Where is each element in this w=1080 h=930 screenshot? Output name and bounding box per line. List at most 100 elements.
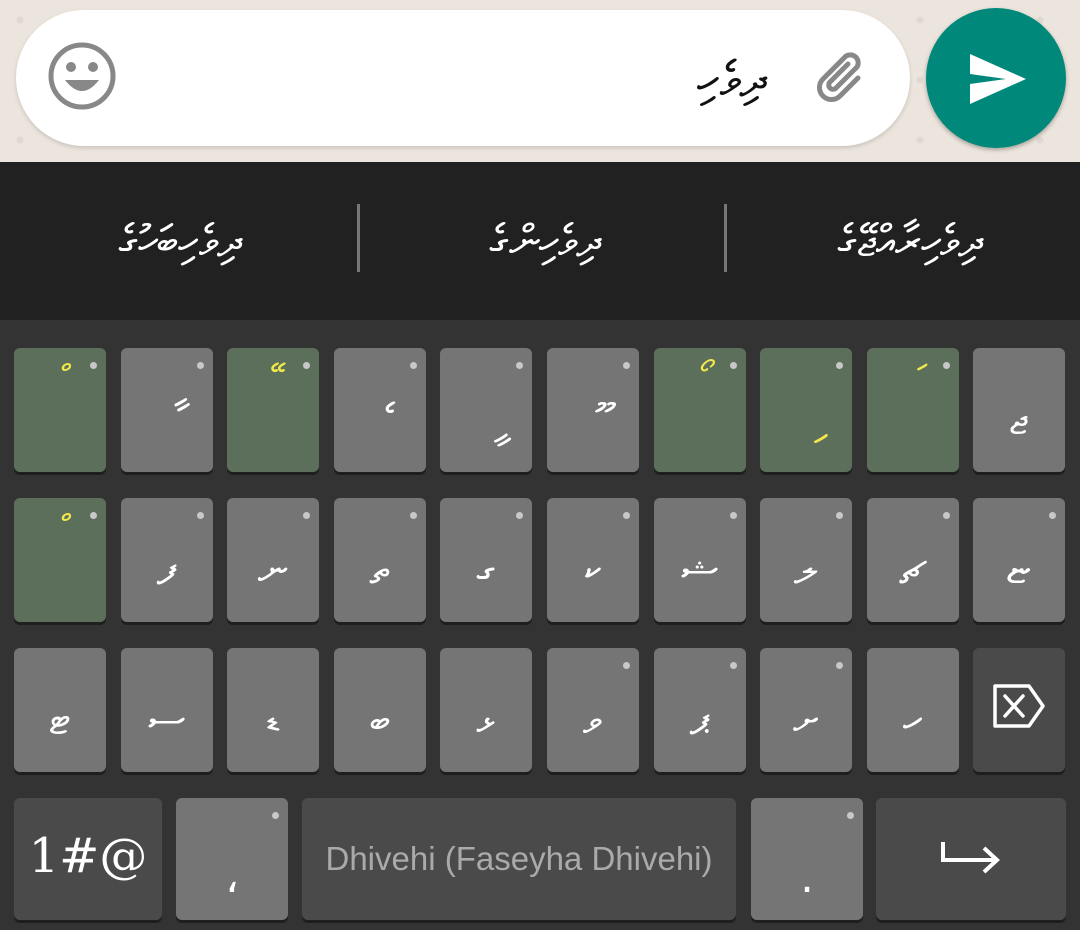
paperclip-icon[interactable] [806, 42, 882, 118]
long-press-dot [272, 812, 279, 819]
key[interactable]: ޅ [440, 648, 532, 772]
long-press-dot [1049, 512, 1056, 519]
key[interactable]: ތ [334, 498, 426, 622]
key-glyph: ނ [257, 545, 289, 594]
key-sukun-hint[interactable]: ް [14, 348, 106, 472]
long-press-dot [90, 512, 97, 519]
long-press-dot [516, 512, 523, 519]
suggestion-item[interactable]: ދިވެހިރާއްޖޭގެ [760, 202, 1060, 282]
enter-key[interactable] [876, 798, 1066, 920]
message-input[interactable]: ދިވެހި [146, 50, 766, 110]
long-press-dot [623, 362, 630, 369]
long-press-dot [943, 512, 950, 519]
key-glyph: ޗ [899, 545, 927, 594]
key-hint: ޯ [666, 356, 726, 400]
enter-arrow-icon [941, 842, 1000, 874]
key[interactable]: ް [14, 498, 106, 622]
key[interactable]: ޕ [654, 648, 746, 772]
key[interactable]: ަ [867, 348, 959, 472]
key[interactable]: ޑ [227, 648, 319, 772]
key[interactable]: ޖ [973, 348, 1065, 472]
key-glyph: ާ [121, 390, 213, 450]
suggestion-strip: ދިވެހިބަހުގެ ދިވެހިންގެ ދިވެހިރާއްޖޭގެ [0, 162, 1080, 320]
key-glyph: ެ [334, 390, 426, 450]
suggestion-divider [357, 204, 360, 272]
key-hint: ް [26, 356, 86, 400]
suggestion-item[interactable]: ދިވެހިބަހުގެ [40, 202, 320, 282]
long-press-dot [623, 512, 630, 519]
key[interactable]: ޓ [14, 648, 106, 772]
suggestion-item[interactable]: ދިވެހިންގެ [400, 202, 690, 282]
key-glyph: ޕ [689, 695, 711, 744]
key[interactable]: ސ [121, 648, 213, 772]
send-arrow-icon [970, 54, 1026, 104]
key-glyph: ޅ [476, 695, 496, 744]
key-glyph: ޫ [547, 390, 639, 450]
key-glyph: . [800, 853, 814, 902]
key-glyph: ތ [369, 545, 391, 594]
long-press-dot [197, 362, 204, 369]
key-glyph: ބ [369, 695, 391, 744]
key-hint: ަ [879, 356, 939, 400]
key[interactable]: ޫ [547, 348, 639, 472]
key-glyph: ގ [476, 545, 496, 594]
key[interactable]: ޗ [867, 498, 959, 622]
backspace-icon [993, 684, 1045, 728]
message-input-pill[interactable]: ދިވެހި [16, 10, 910, 146]
long-press-dot [836, 512, 843, 519]
long-press-dot [836, 662, 843, 669]
key-glyph: ކ [584, 545, 602, 594]
key[interactable]: ި [760, 348, 852, 472]
key-glyph: ށ [793, 695, 819, 744]
key-glyph: ޏ [1007, 545, 1031, 594]
key[interactable]: ޏ [973, 498, 1065, 622]
suggestion-divider [724, 204, 727, 272]
key-glyph: ީ [440, 390, 532, 450]
long-press-dot [836, 362, 843, 369]
long-press-dot [303, 362, 310, 369]
chat-input-area: ދިވެހި [0, 0, 1080, 162]
symbols-key[interactable]: 1#@ [14, 798, 162, 920]
key[interactable]: ީ [440, 348, 532, 472]
send-button[interactable] [926, 8, 1066, 148]
key[interactable]: ހ [867, 648, 959, 772]
key-hint: ް [26, 506, 86, 550]
key-glyph: ސ [148, 695, 186, 744]
long-press-dot [730, 662, 737, 669]
key[interactable]: ނ [227, 498, 319, 622]
key[interactable]: ބ [334, 648, 426, 772]
space-key[interactable]: Dhivehi (Faseyha Dhivehi) [302, 798, 736, 920]
long-press-dot [730, 512, 737, 519]
key-glyph: ، [225, 853, 239, 902]
long-press-dot [410, 362, 417, 369]
key-glyph: ި [760, 390, 852, 450]
key-glyph: ލ [793, 545, 819, 594]
key-glyph: ފ [156, 545, 178, 594]
key-hint: ޭ [239, 356, 299, 400]
key[interactable]: ކ [547, 498, 639, 622]
key[interactable]: ގ [440, 498, 532, 622]
key[interactable]: ޯ [654, 348, 746, 472]
key[interactable]: ޝ [654, 498, 746, 622]
long-press-dot [943, 362, 950, 369]
long-press-dot [303, 512, 310, 519]
long-press-dot [516, 362, 523, 369]
comma-key[interactable]: ، [176, 798, 288, 920]
key[interactable]: ށ [760, 648, 852, 772]
emoji-smiley-icon[interactable] [46, 40, 118, 112]
key[interactable]: ޭ [227, 348, 319, 472]
key[interactable]: ލ [760, 498, 852, 622]
long-press-dot [730, 362, 737, 369]
backspace-key[interactable] [973, 648, 1065, 772]
key[interactable]: ެ [334, 348, 426, 472]
key[interactable]: ާ [121, 348, 213, 472]
key[interactable]: ފ [121, 498, 213, 622]
long-press-dot [847, 812, 854, 819]
long-press-dot [90, 362, 97, 369]
key-glyph: ޓ [49, 695, 71, 744]
key-glyph: ހ [903, 695, 923, 744]
dhivehi-keyboard: ް ާ ޭ ެ ީ ޫ ޯ ި ަ ޖ ް ފ [0, 320, 1080, 930]
key[interactable]: ވ [547, 648, 639, 772]
key-glyph: ވ [583, 695, 603, 744]
period-key[interactable]: . [751, 798, 863, 920]
